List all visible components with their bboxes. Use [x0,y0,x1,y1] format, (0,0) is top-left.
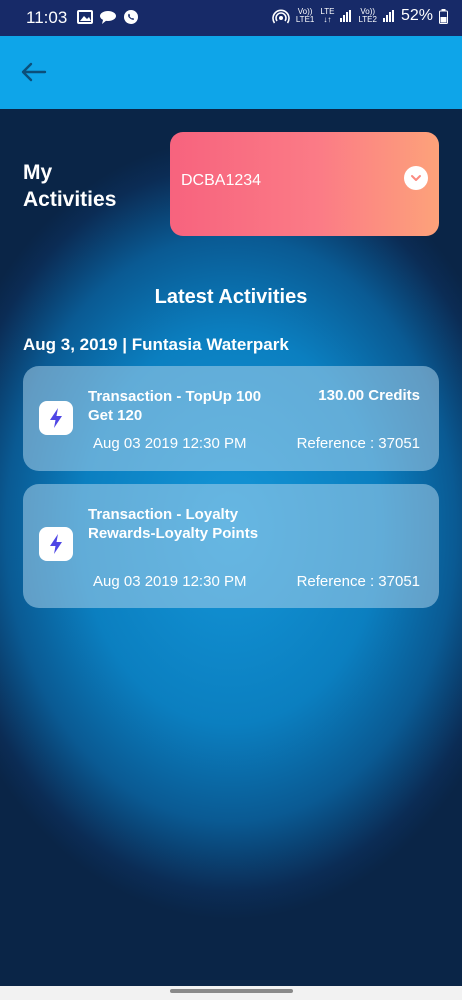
battery-percent: 52% [400,7,433,24]
app-bar [0,36,462,109]
transaction-reference: Reference : 37051 [296,435,420,452]
card-selector[interactable]: DCBA1234 [170,132,439,236]
main-content: My Activities DCBA1234 Latest Activities… [0,109,462,986]
message-icon [100,11,116,24]
lightning-icon [50,534,62,554]
status-bar: 11:03 Vo)) LTE1 LTE ↓↑ Vo)) LTE2 52% [0,0,462,36]
page-title-line2: Activities [23,188,117,211]
chevron-down-icon [411,175,421,181]
sim1-label: Vo)) LTE1 [295,7,315,24]
transaction-card[interactable]: Transaction - Loyalty Rewards-Loyalty Po… [23,484,439,608]
lte-label: LTE ↓↑ [320,7,335,24]
page-title: My Activities [23,159,116,213]
transaction-datetime: Aug 03 2019 12:30 PM [93,435,247,452]
transaction-title: Transaction - TopUp 100 Get 120 [88,388,262,424]
transaction-card[interactable]: Transaction - TopUp 100 Get 120 130.00 C… [23,366,439,471]
whatsapp-icon [124,10,138,24]
battery-icon [439,8,448,24]
sim2-label: Vo)) LTE2 [358,7,377,24]
signal-strength-icon [340,10,352,22]
back-button[interactable] [18,58,48,86]
transaction-icon [39,401,73,435]
system-icons: Vo)) LTE1 LTE ↓↑ Vo)) LTE2 52% [272,7,448,25]
notification-icons [77,9,139,25]
card-number: DCBA1234 [181,172,262,189]
hotspot-icon [272,9,290,24]
transaction-reference: Reference : 37051 [296,573,420,590]
section-title: Latest Activities [154,286,308,308]
date-venue-heading: Aug 3, 2019 | Funtasia Waterpark [23,335,289,354]
home-gesture-handle[interactable] [170,989,293,993]
page-title-line1: My [23,161,53,184]
transaction-datetime: Aug 03 2019 12:30 PM [93,573,247,590]
arrow-left-icon [21,62,47,82]
gallery-icon [77,10,93,24]
status-time: 11:03 [26,8,68,27]
transaction-icon [39,527,73,561]
system-nav-bar [0,986,462,1000]
transaction-credits: 130.00 Credits [318,387,420,404]
lightning-icon [50,408,62,428]
signal-strength-icon [382,10,394,22]
transaction-title: Transaction - Loyalty Rewards-Loyalty Po… [88,506,259,542]
card-dropdown-button[interactable] [404,166,428,190]
